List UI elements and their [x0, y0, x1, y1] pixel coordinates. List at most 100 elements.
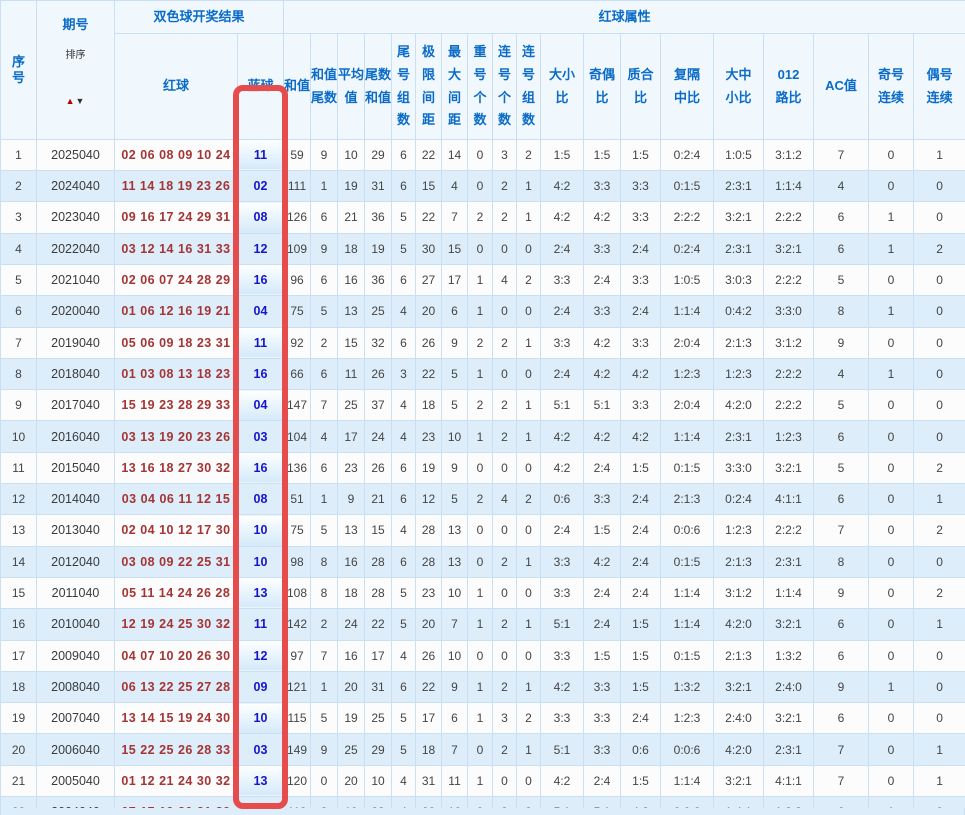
limit-span-cell: 18 [415, 733, 443, 766]
sum-tail-cell: 6 [310, 201, 339, 234]
road-012-ratio-cell: 1:1:4 [763, 576, 815, 610]
tail-groups-cell: 4 [391, 514, 417, 547]
repeat-interval-ratio-cell: 1:3:2 [660, 670, 715, 704]
road-012-ratio-cell: 3:1:2 [763, 326, 815, 359]
sort-descending-icon[interactable]: ▼ [76, 96, 86, 106]
limit-span-cell: 18 [415, 389, 443, 422]
sum-tail-cell: 7 [310, 639, 339, 672]
odd-even-ratio-cell: 2:4 [583, 576, 622, 610]
seq-cell: 4 [0, 232, 37, 265]
consecutive-count-cell: 0 [492, 576, 518, 610]
sort-ascending-icon[interactable]: ▲ [66, 96, 76, 106]
repeat-count-cell: 1 [467, 263, 494, 297]
odd-consecutive-cell: 0 [868, 170, 915, 203]
limit-span-cell: 19 [415, 451, 443, 485]
prime-composite-ratio-cell: 2:4 [620, 514, 662, 547]
ac-value-cell: 7 [813, 764, 870, 797]
average-cell: 20 [337, 764, 366, 797]
consecutive-count-cell: 3 [492, 702, 518, 735]
average-cell: 19 [337, 170, 366, 203]
big-small-ratio-cell: 3:3 [540, 263, 585, 297]
header-issue: 期号 排序 ▲▼ [36, 0, 115, 140]
table-row: 7 2019040 05 06 09 18 23 31 11 92 2 15 3… [0, 326, 965, 359]
tail-sum-cell: 37 [364, 389, 393, 422]
seq-cell: 5 [0, 263, 37, 297]
issue-cell: 2019040 [36, 326, 115, 359]
table-row: 8 2018040 01 03 08 13 18 23 16 66 6 11 2… [0, 357, 965, 391]
tail-groups-cell: 6 [391, 483, 417, 516]
big-small-ratio-cell: 3:3 [540, 702, 585, 735]
consecutive-groups-cell: 0 [516, 514, 542, 547]
road-012-ratio-cell: 2:2:2 [763, 201, 815, 234]
average-cell: 25 [337, 389, 366, 422]
road-012-ratio-cell: 1:1:4 [763, 170, 815, 203]
table-row: 5 2021040 02 06 07 24 28 29 16 96 6 16 3… [0, 263, 965, 297]
header-repeat-count: 重号 个数 [467, 33, 494, 140]
seq-cell: 11 [0, 451, 37, 485]
red-balls-cell: 13 16 18 27 30 32 [114, 451, 238, 485]
odd-consecutive-cell: 1 [868, 232, 915, 265]
odd-even-ratio-cell: 2:4 [583, 451, 622, 485]
ac-value-cell: 7 [813, 514, 870, 547]
limit-span-cell: 12 [415, 483, 443, 516]
even-consecutive-cell: 2 [913, 451, 965, 485]
repeat-interval-ratio-cell: 0:1:5 [660, 451, 715, 485]
even-consecutive-cell: 1 [913, 764, 965, 797]
odd-even-ratio-cell: 3:3 [583, 295, 622, 328]
prime-composite-ratio-cell: 2:4 [620, 576, 662, 610]
consecutive-count-cell: 0 [492, 514, 518, 547]
consecutive-count-cell: 2 [492, 608, 518, 641]
sum-cell: 66 [283, 357, 312, 391]
max-span-cell: 11 [441, 764, 469, 797]
max-span-cell: 4 [441, 170, 469, 203]
limit-span-cell: 15 [415, 170, 443, 203]
consecutive-groups-cell: 0 [516, 576, 542, 610]
big-small-ratio-cell: 4:2 [540, 451, 585, 485]
repeat-interval-ratio-cell: 2:0:4 [660, 389, 715, 422]
average-cell: 15 [337, 326, 366, 359]
odd-even-ratio-cell: 3:3 [583, 232, 622, 265]
tail-groups-cell: 4 [391, 764, 417, 797]
ac-value-cell: 9 [813, 326, 870, 359]
ac-value-cell: 6 [813, 201, 870, 234]
table-body: 1 2025040 02 06 08 09 10 24 11 59 9 10 2… [0, 138, 965, 815]
even-consecutive-cell: 1 [913, 608, 965, 641]
max-span-cell: 5 [441, 357, 469, 391]
sum-cell: 109 [283, 232, 312, 265]
red-balls-cell: 02 06 08 09 10 24 [114, 138, 238, 172]
table-row: 1 2025040 02 06 08 09 10 24 11 59 9 10 2… [0, 138, 965, 172]
limit-span-cell: 23 [415, 576, 443, 610]
road-012-ratio-cell: 3:2:1 [763, 451, 815, 485]
even-consecutive-cell: 0 [913, 389, 965, 422]
sum-cell: 126 [283, 201, 312, 234]
seq-cell: 14 [0, 545, 37, 578]
limit-span-cell: 30 [415, 232, 443, 265]
even-consecutive-cell: 0 [913, 357, 965, 391]
max-span-cell: 9 [441, 326, 469, 359]
limit-span-cell: 31 [415, 764, 443, 797]
odd-consecutive-cell: 1 [868, 201, 915, 234]
tail-groups-cell: 5 [391, 702, 417, 735]
even-consecutive-cell: 0 [913, 263, 965, 297]
average-cell: 18 [337, 576, 366, 610]
big-mid-small-ratio-cell: 4:2:0 [713, 389, 765, 422]
sum-tail-cell: 5 [310, 514, 339, 547]
tail-sum-cell: 15 [364, 514, 393, 547]
tail-groups-cell: 4 [391, 420, 417, 453]
max-span-cell: 9 [441, 670, 469, 704]
big-small-ratio-cell: 4:2 [540, 764, 585, 797]
prime-composite-ratio-cell: 0:6 [620, 733, 662, 766]
ac-value-cell: 6 [813, 702, 870, 735]
limit-span-cell: 17 [415, 702, 443, 735]
seq-cell: 17 [0, 639, 37, 672]
sum-cell: 98 [283, 545, 312, 578]
average-cell: 23 [337, 451, 366, 485]
repeat-count-cell: 2 [467, 326, 494, 359]
max-span-cell: 6 [441, 702, 469, 735]
header-group-draw-result: 双色球开奖结果 [113, 0, 285, 35]
tail-sum-cell: 36 [364, 263, 393, 297]
header-odd-consecutive: 奇号 连续 [868, 33, 915, 140]
blue-ball-cell: 13 [236, 576, 285, 610]
road-012-ratio-cell: 2:2:2 [763, 357, 815, 391]
big-mid-small-ratio-cell: 2:3:1 [713, 232, 765, 265]
